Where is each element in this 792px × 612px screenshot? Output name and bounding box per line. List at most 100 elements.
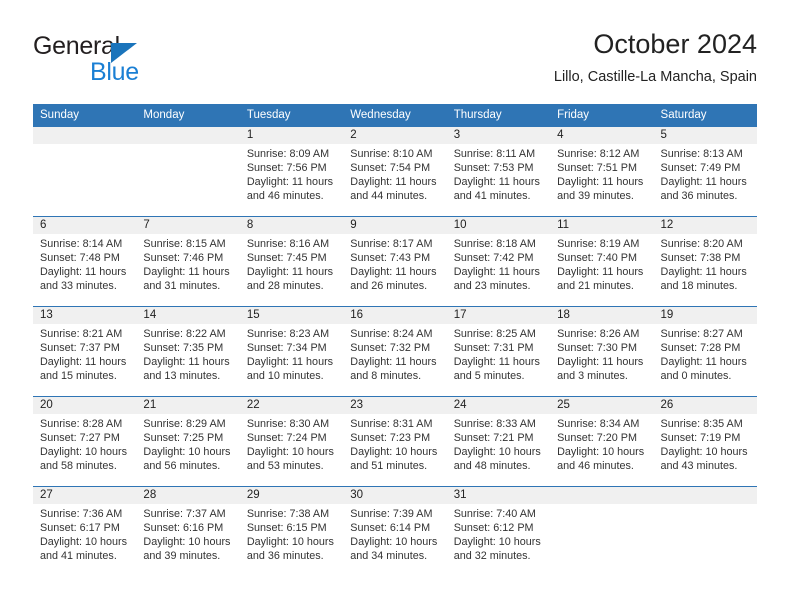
day-cell[interactable]: Sunrise: 8:13 AM Sunset: 7:49 PM Dayligh… — [654, 144, 757, 216]
day-number — [136, 127, 239, 144]
day-cell[interactable]: Sunrise: 8:35 AM Sunset: 7:19 PM Dayligh… — [654, 414, 757, 486]
sunset-text: Sunset: 7:21 PM — [453, 432, 534, 445]
day-number — [33, 127, 136, 144]
sunrise-text: Sunrise: 8:10 AM — [350, 148, 433, 160]
day-cell[interactable]: Sunrise: 8:18 AM Sunset: 7:42 PM Dayligh… — [447, 234, 550, 306]
sunset-text: Sunset: 6:14 PM — [350, 522, 431, 535]
sunrise-text: Sunrise: 8:16 AM — [246, 238, 330, 250]
day-cell[interactable]: Sunrise: 8:27 AM Sunset: 7:28 PM Dayligh… — [654, 324, 757, 396]
day-number: 19 — [660, 309, 674, 321]
sunrise-text: Sunrise: 8:23 AM — [246, 328, 330, 340]
sunrise-text: Sunrise: 8:24 AM — [350, 328, 433, 340]
day-number: 21 — [143, 399, 157, 411]
day-cell[interactable]: Sunrise: 7:39 AM Sunset: 6:14 PM Dayligh… — [343, 504, 446, 576]
day-cell[interactable]: Sunrise: 7:38 AM Sunset: 6:15 PM Dayligh… — [240, 504, 343, 576]
sunset-text: Sunset: 7:30 PM — [557, 342, 637, 355]
day-number — [550, 487, 653, 504]
calendar-grid: Sunday Monday Tuesday Wednesday Thursday… — [33, 104, 757, 576]
day-number: 4 — [557, 129, 564, 141]
day-cell[interactable]: Sunrise: 8:24 AM Sunset: 7:32 PM Dayligh… — [343, 324, 446, 396]
day-number: 3 — [453, 129, 461, 141]
day-number — [654, 487, 757, 504]
day-cell[interactable]: Sunrise: 7:36 AM Sunset: 6:17 PM Dayligh… — [33, 504, 136, 576]
day-number: 22 — [246, 399, 260, 411]
day-cell[interactable]: Sunrise: 8:25 AM Sunset: 7:31 PM Dayligh… — [447, 324, 550, 396]
day-cell[interactable]: Sunrise: 8:20 AM Sunset: 7:38 PM Dayligh… — [654, 234, 757, 306]
sunset-text: Sunset: 6:16 PM — [143, 522, 224, 535]
day-cell[interactable]: Sunrise: 8:34 AM Sunset: 7:20 PM Dayligh… — [550, 414, 653, 486]
sunset-text: Sunset: 7:54 PM — [350, 162, 431, 175]
week-date-band: 27 28 29 30 31 — [33, 487, 757, 504]
week-date-band: 6 7 8 9 10 11 12 — [33, 217, 757, 234]
sunset-text: Sunset: 7:56 PM — [246, 162, 327, 175]
sunrise-text: Sunrise: 8:17 AM — [350, 238, 433, 250]
day-cell[interactable]: Sunrise: 8:09 AM Sunset: 7:56 PM Dayligh… — [240, 144, 343, 216]
day-cell[interactable]: Sunrise: 8:11 AM Sunset: 7:53 PM Dayligh… — [447, 144, 550, 216]
day-number: 18 — [557, 309, 570, 321]
sunset-text: Sunset: 7:27 PM — [40, 432, 120, 445]
day-cell[interactable]: Sunrise: 8:19 AM Sunset: 7:40 PM Dayligh… — [550, 234, 653, 306]
day-cell[interactable]: Sunrise: 8:16 AM Sunset: 7:45 PM Dayligh… — [240, 234, 343, 306]
daylight-text: Daylight: 11 hours and 5 minutes. — [453, 356, 540, 383]
sunrise-text: Sunrise: 7:36 AM — [40, 508, 123, 520]
daylight-text: Daylight: 11 hours and 13 minutes. — [143, 356, 230, 383]
weekday-header-monday: Monday — [143, 109, 185, 121]
weekday-header-saturday: Saturday — [660, 109, 707, 121]
day-number: 25 — [557, 399, 570, 411]
day-cell[interactable] — [33, 144, 136, 216]
day-cell[interactable]: Sunrise: 8:30 AM Sunset: 7:24 PM Dayligh… — [240, 414, 343, 486]
sunset-text: Sunset: 7:37 PM — [40, 342, 120, 355]
day-cell[interactable]: Sunrise: 8:26 AM Sunset: 7:30 PM Dayligh… — [550, 324, 653, 396]
day-number: 13 — [40, 309, 53, 321]
sunset-text: Sunset: 7:38 PM — [660, 252, 741, 265]
sunrise-text: Sunrise: 7:37 AM — [143, 508, 226, 520]
daylight-text: Daylight: 11 hours and 46 minutes. — [246, 176, 334, 203]
day-cell[interactable]: Sunrise: 8:10 AM Sunset: 7:54 PM Dayligh… — [343, 144, 446, 216]
sunset-text: Sunset: 7:25 PM — [143, 432, 224, 445]
day-cell[interactable]: Sunrise: 8:28 AM Sunset: 7:27 PM Dayligh… — [33, 414, 136, 486]
day-number: 20 — [40, 399, 53, 411]
day-cell[interactable] — [550, 504, 653, 576]
sunset-text: Sunset: 7:51 PM — [557, 162, 637, 175]
daylight-text: Daylight: 10 hours and 43 minutes. — [660, 446, 748, 473]
sunrise-text: Sunrise: 8:35 AM — [660, 418, 743, 430]
sunrise-text: Sunrise: 8:30 AM — [246, 418, 330, 430]
day-cell[interactable]: Sunrise: 8:22 AM Sunset: 7:35 PM Dayligh… — [136, 324, 239, 396]
day-cell[interactable]: Sunrise: 8:31 AM Sunset: 7:23 PM Dayligh… — [343, 414, 446, 486]
day-cell[interactable]: Sunrise: 8:21 AM Sunset: 7:37 PM Dayligh… — [33, 324, 136, 396]
day-number: 15 — [246, 309, 260, 321]
day-cell[interactable]: Sunrise: 8:12 AM Sunset: 7:51 PM Dayligh… — [550, 144, 653, 216]
day-cell[interactable]: Sunrise: 7:37 AM Sunset: 6:16 PM Dayligh… — [136, 504, 239, 576]
week-row: 27 28 29 30 31 Sunrise: 7:36 AM Sunset: … — [33, 486, 757, 576]
sunset-text: Sunset: 7:49 PM — [660, 162, 741, 175]
sunrise-text: Sunrise: 8:15 AM — [143, 238, 226, 250]
day-cell[interactable] — [654, 504, 757, 576]
week-row: 20 21 22 23 24 25 26 Sunrise: 8:28 AM Su… — [33, 396, 757, 486]
day-number: 24 — [453, 399, 467, 411]
sunset-text: Sunset: 7:53 PM — [453, 162, 534, 175]
daylight-text: Daylight: 11 hours and 15 minutes. — [40, 356, 127, 383]
day-cell[interactable]: Sunrise: 8:14 AM Sunset: 7:48 PM Dayligh… — [33, 234, 136, 306]
day-number: 6 — [40, 219, 47, 231]
daylight-text: Daylight: 10 hours and 58 minutes. — [40, 446, 128, 473]
daylight-text: Daylight: 10 hours and 41 minutes. — [40, 536, 128, 563]
weekday-header-row: Sunday Monday Tuesday Wednesday Thursday… — [33, 104, 757, 126]
day-cell[interactable]: Sunrise: 8:15 AM Sunset: 7:46 PM Dayligh… — [136, 234, 239, 306]
day-cell[interactable]: Sunrise: 8:17 AM Sunset: 7:43 PM Dayligh… — [343, 234, 446, 306]
sunrise-text: Sunrise: 7:39 AM — [350, 508, 433, 520]
sunrise-text: Sunrise: 8:27 AM — [660, 328, 743, 340]
day-cell[interactable]: Sunrise: 8:33 AM Sunset: 7:21 PM Dayligh… — [447, 414, 550, 486]
generalblue-logo[interactable]: General Blue — [33, 32, 223, 88]
day-cell[interactable]: Sunrise: 7:40 AM Sunset: 6:12 PM Dayligh… — [447, 504, 550, 576]
day-cell[interactable] — [136, 144, 239, 216]
daylight-text: Daylight: 11 hours and 0 minutes. — [660, 356, 747, 383]
daylight-text: Daylight: 10 hours and 53 minutes. — [246, 446, 334, 473]
sunset-text: Sunset: 7:46 PM — [143, 252, 224, 265]
sunset-text: Sunset: 6:15 PM — [246, 522, 327, 535]
day-number: 28 — [143, 489, 157, 501]
sunrise-text: Sunrise: 8:34 AM — [557, 418, 640, 430]
daylight-text: Daylight: 11 hours and 23 minutes. — [453, 266, 540, 293]
daylight-text: Daylight: 11 hours and 26 minutes. — [350, 266, 437, 293]
day-cell[interactable]: Sunrise: 8:23 AM Sunset: 7:34 PM Dayligh… — [240, 324, 343, 396]
day-cell[interactable]: Sunrise: 8:29 AM Sunset: 7:25 PM Dayligh… — [136, 414, 239, 486]
